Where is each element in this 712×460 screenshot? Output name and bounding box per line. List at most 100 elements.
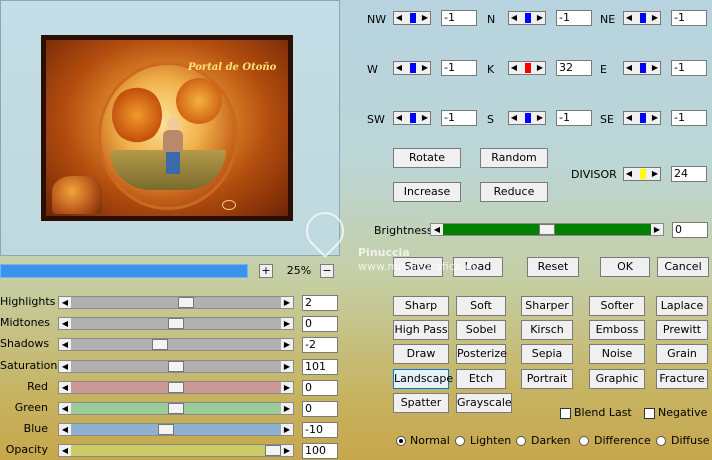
arrow-left-icon[interactable]: ◀ — [59, 403, 71, 414]
slider-thumb[interactable] — [265, 445, 281, 456]
preset-button-softer[interactable]: Softer — [589, 296, 645, 316]
preset-button-spatter[interactable]: Spatter — [393, 393, 449, 413]
kernel-value-w[interactable]: -1 — [441, 60, 477, 76]
arrow-left-icon[interactable]: ◀ — [624, 168, 634, 180]
slider-thumb[interactable] — [178, 297, 194, 308]
arrow-left-icon[interactable]: ◀ — [59, 424, 71, 435]
arrow-right-icon[interactable]: ▶ — [281, 297, 293, 308]
preset-button-emboss[interactable]: Emboss — [589, 320, 645, 340]
kernel-spinner-e[interactable]: ◀ ▶ — [623, 61, 661, 75]
darken-radio[interactable] — [516, 436, 526, 446]
arrow-right-icon[interactable]: ▶ — [420, 62, 430, 74]
diffuse-radio[interactable] — [656, 436, 666, 446]
kernel-spinner-k[interactable]: ◀ ▶ — [508, 61, 546, 75]
kernel-spinner-sw[interactable]: ◀ ▶ — [393, 111, 431, 125]
brightness-slider[interactable]: ◀ ▶ — [430, 223, 664, 236]
preset-button-soft[interactable]: Soft — [456, 296, 506, 316]
rotate-button[interactable]: Rotate — [393, 148, 461, 168]
arrow-left-icon[interactable]: ◀ — [59, 382, 71, 393]
preset-button-fracture[interactable]: Fracture — [656, 369, 708, 389]
slider-thumb[interactable] — [168, 361, 184, 372]
zoom-in-button[interactable]: + — [259, 264, 273, 278]
arrow-right-icon[interactable]: ▶ — [535, 112, 545, 124]
arrow-left-icon[interactable]: ◀ — [509, 112, 519, 124]
random-button[interactable]: Random — [480, 148, 548, 168]
arrow-left-icon[interactable]: ◀ — [59, 339, 71, 350]
arrow-left-icon[interactable]: ◀ — [624, 12, 634, 24]
preset-button-sharper[interactable]: Sharper — [521, 296, 573, 316]
arrow-right-icon[interactable]: ▶ — [535, 62, 545, 74]
cancel-button[interactable]: Cancel — [657, 257, 709, 277]
slider-blue[interactable]: ◀ ▶ — [58, 423, 294, 436]
preset-button-draw[interactable]: Draw — [393, 344, 449, 364]
ok-button[interactable]: OK — [600, 257, 650, 277]
arrow-left-icon[interactable]: ◀ — [431, 224, 443, 235]
arrow-right-icon[interactable]: ▶ — [281, 318, 293, 329]
preset-button-noise[interactable]: Noise — [589, 344, 645, 364]
arrow-right-icon[interactable]: ▶ — [281, 361, 293, 372]
kernel-value-n[interactable]: -1 — [556, 10, 592, 26]
slider-value-green[interactable]: 0 — [302, 401, 338, 417]
kernel-spinner-w[interactable]: ◀ ▶ — [393, 61, 431, 75]
slider-green[interactable]: ◀ ▶ — [58, 402, 294, 415]
slider-value-blue[interactable]: -10 — [302, 422, 338, 438]
reset-button[interactable]: Reset — [527, 257, 579, 277]
arrow-right-icon[interactable]: ▶ — [281, 424, 293, 435]
arrow-left-icon[interactable]: ◀ — [394, 112, 404, 124]
kernel-value-s[interactable]: -1 — [556, 110, 592, 126]
arrow-right-icon[interactable]: ▶ — [651, 224, 663, 235]
arrow-left-icon[interactable]: ◀ — [59, 445, 71, 456]
kernel-spinner-se[interactable]: ◀ ▶ — [623, 111, 661, 125]
arrow-right-icon[interactable]: ▶ — [650, 112, 660, 124]
divisor-value[interactable]: 24 — [671, 166, 707, 182]
negative-checkbox[interactable] — [644, 408, 655, 419]
arrow-left-icon[interactable]: ◀ — [59, 361, 71, 372]
arrow-left-icon[interactable]: ◀ — [624, 112, 634, 124]
preset-button-sharp[interactable]: Sharp — [393, 296, 449, 316]
slider-track[interactable] — [71, 339, 281, 350]
kernel-value-nw[interactable]: -1 — [441, 10, 477, 26]
kernel-value-sw[interactable]: -1 — [441, 110, 477, 126]
slider-track[interactable] — [71, 297, 281, 308]
slider-track[interactable] — [71, 424, 281, 435]
reduce-button[interactable]: Reduce — [480, 182, 548, 202]
slider-highlights[interactable]: ◀ ▶ — [58, 296, 294, 309]
arrow-left-icon[interactable]: ◀ — [509, 12, 519, 24]
arrow-left-icon[interactable]: ◀ — [59, 318, 71, 329]
slider-thumb[interactable] — [152, 339, 168, 350]
slider-value-highlights[interactable]: 2 — [302, 295, 338, 311]
arrow-left-icon[interactable]: ◀ — [509, 62, 519, 74]
preset-button-landscape[interactable]: Landscape — [393, 369, 453, 389]
divisor-spinner[interactable]: ◀ ▶ — [623, 167, 661, 181]
preset-button-prewitt[interactable]: Prewitt — [656, 320, 708, 340]
arrow-right-icon[interactable]: ▶ — [420, 12, 430, 24]
slider-track[interactable] — [71, 445, 281, 456]
kernel-value-e[interactable]: -1 — [671, 60, 707, 76]
slider-saturation[interactable]: ◀ ▶ — [58, 360, 294, 373]
difference-radio[interactable] — [579, 436, 589, 446]
slider-midtones[interactable]: ◀ ▶ — [58, 317, 294, 330]
kernel-value-ne[interactable]: -1 — [671, 10, 707, 26]
slider-thumb[interactable] — [158, 424, 174, 435]
preset-button-portrait[interactable]: Portrait — [521, 369, 573, 389]
kernel-value-k[interactable]: 32 — [556, 60, 592, 76]
slider-value-shadows[interactable]: -2 — [302, 337, 338, 353]
preset-button-laplace[interactable]: Laplace — [656, 296, 708, 316]
kernel-spinner-ne[interactable]: ◀ ▶ — [623, 11, 661, 25]
preset-button-sobel[interactable]: Sobel — [456, 320, 506, 340]
arrow-right-icon[interactable]: ▶ — [420, 112, 430, 124]
arrow-right-icon[interactable]: ▶ — [281, 445, 293, 456]
slider-shadows[interactable]: ◀ ▶ — [58, 338, 294, 351]
preset-button-sepia[interactable]: Sepia — [521, 344, 573, 364]
slider-value-red[interactable]: 0 — [302, 380, 338, 396]
arrow-right-icon[interactable]: ▶ — [281, 403, 293, 414]
arrow-right-icon[interactable]: ▶ — [281, 382, 293, 393]
arrow-right-icon[interactable]: ▶ — [650, 12, 660, 24]
preset-button-grain[interactable]: Grain — [656, 344, 708, 364]
slider-opacity[interactable]: ◀ ▶ — [58, 444, 294, 457]
arrow-right-icon[interactable]: ▶ — [650, 62, 660, 74]
slider-thumb[interactable] — [168, 382, 184, 393]
arrow-left-icon[interactable]: ◀ — [624, 62, 634, 74]
kernel-value-se[interactable]: -1 — [671, 110, 707, 126]
preset-button-etch[interactable]: Etch — [456, 369, 506, 389]
